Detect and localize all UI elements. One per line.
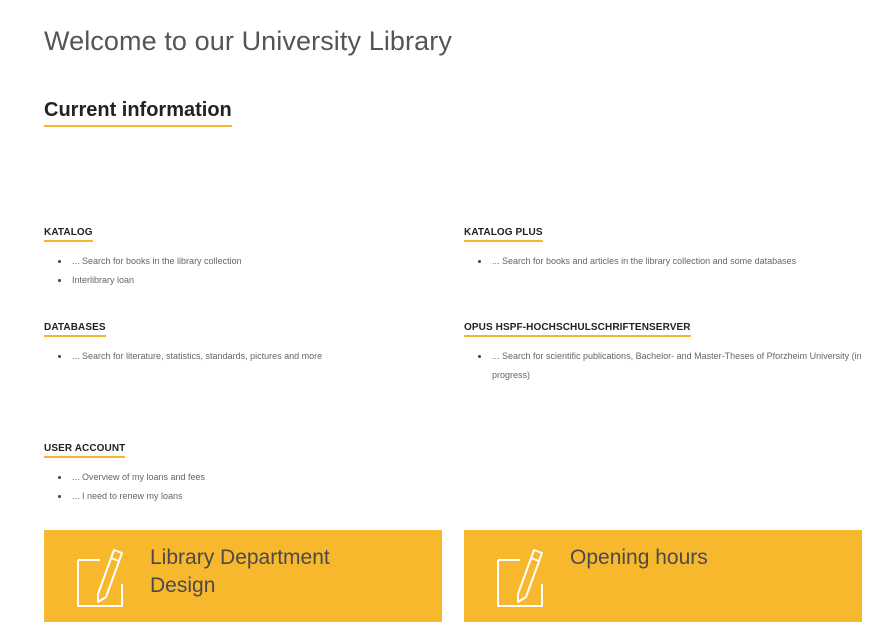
tile-label: Opening hours: [570, 546, 708, 569]
opus-list: ... Search for scientific publications, …: [464, 347, 875, 385]
current-information-heading: Current information: [44, 99, 232, 127]
katalog-link[interactable]: KATALOG: [44, 227, 93, 242]
tile-label-line: Design: [150, 574, 216, 597]
list-item[interactable]: ... Search for scientific publications, …: [478, 347, 875, 385]
katalog-plus-list: ... Search for books and articles in the…: [464, 252, 796, 271]
edit-note-icon: [497, 549, 543, 607]
katalog-list: ... Search for books in the library coll…: [44, 252, 242, 290]
katalog-plus-link[interactable]: KATALOG PLUS: [464, 227, 543, 242]
databases-block: DATABASES ... Search for literature, sta…: [44, 317, 322, 366]
tile-label: Library Department Design: [150, 544, 330, 600]
list-item[interactable]: ... Search for literature, statistics, s…: [57, 347, 322, 366]
page-title: Welcome to our University Library: [44, 26, 452, 56]
user-account-list: ... Overview of my loans and fees ... I …: [44, 468, 205, 506]
list-item[interactable]: ... Overview of my loans and fees: [57, 468, 205, 487]
edit-note-icon: [77, 549, 123, 607]
user-account-link[interactable]: USER ACCOUNT: [44, 443, 126, 458]
databases-list: ... Search for literature, statistics, s…: [44, 347, 322, 366]
list-item[interactable]: ... Search for books and articles in the…: [477, 252, 796, 271]
tile-label-line: Library Department: [150, 546, 330, 569]
katalog-block: KATALOG ... Search for books in the libr…: [44, 222, 242, 290]
list-item[interactable]: ... Search for books in the library coll…: [58, 252, 242, 271]
katalog-plus-block: KATALOG PLUS ... Search for books and ar…: [464, 222, 796, 271]
opus-link[interactable]: OPUS HSPF-HOCHSCHULSCHRIFTENSERVER: [464, 322, 691, 337]
library-department-design-tile[interactable]: Library Department Design: [44, 530, 442, 622]
opening-hours-tile[interactable]: Opening hours: [464, 530, 862, 622]
list-item[interactable]: Interlibrary loan: [58, 271, 242, 290]
list-item[interactable]: ... I need to renew my loans: [57, 487, 205, 506]
user-account-block: USER ACCOUNT ... Overview of my loans an…: [44, 438, 205, 506]
opus-block: OPUS HSPF-HOCHSCHULSCHRIFTENSERVER ... S…: [464, 317, 875, 385]
databases-link[interactable]: DATABASES: [44, 322, 106, 337]
